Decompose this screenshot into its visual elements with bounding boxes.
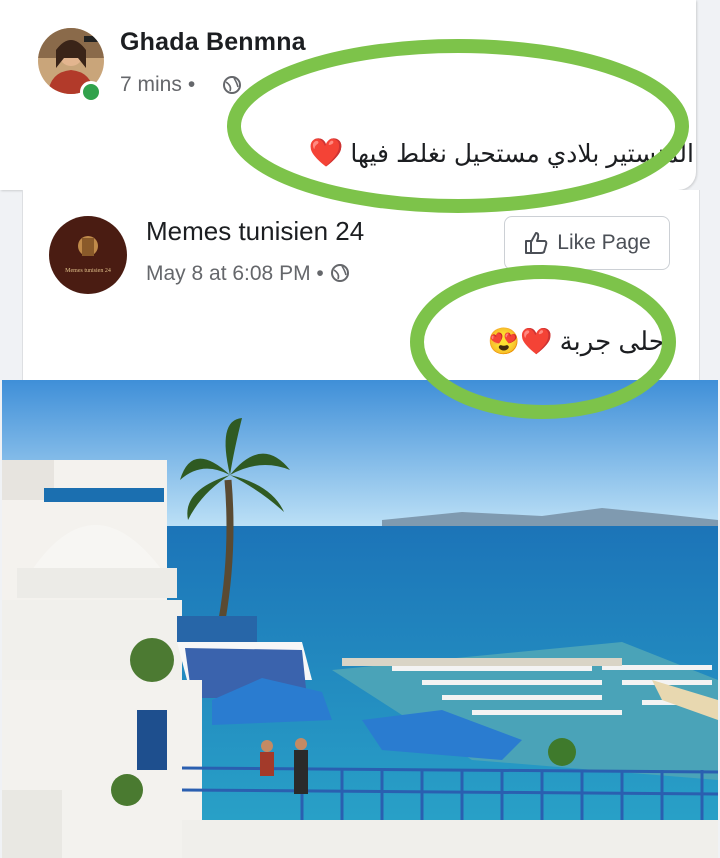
shared-text-content: أحلى جربة xyxy=(559,326,672,356)
page-avatar[interactable]: Memes tunisien 24 xyxy=(49,216,127,294)
author-name[interactable]: Ghada Benmna xyxy=(120,28,306,57)
shared-photo[interactable] xyxy=(2,380,718,858)
shared-post-date[interactable]: May 8 at 6:08 PM • xyxy=(146,262,350,286)
globe-icon xyxy=(330,264,349,282)
like-page-button[interactable]: Like Page xyxy=(504,216,670,270)
post-text-content: المنستير بلادي مستحيل نغلط فيها xyxy=(350,140,694,168)
page-name[interactable]: Memes tunisien 24 xyxy=(146,216,364,247)
heart-emoji: ❤️ xyxy=(308,137,344,168)
shared-date: May 8 at 6:08 PM xyxy=(146,262,311,285)
online-status-dot xyxy=(80,81,102,103)
shared-post-text: أحلى جربة ❤️😍 xyxy=(488,326,672,357)
globe-icon xyxy=(223,76,241,94)
like-page-label: Like Page xyxy=(557,231,651,254)
like-thumb-icon xyxy=(525,232,548,254)
page-avatar-caption: Memes tunisien 24 xyxy=(65,268,111,274)
coastal-scene-image xyxy=(2,380,718,858)
post-text: المنستير بلادي مستحيل نغلط فيها ❤️ xyxy=(309,136,694,169)
post-time: 7 mins xyxy=(120,73,182,96)
post-timestamp[interactable]: 7 mins • xyxy=(120,73,201,97)
shared-emojis: ❤️😍 xyxy=(487,326,553,356)
